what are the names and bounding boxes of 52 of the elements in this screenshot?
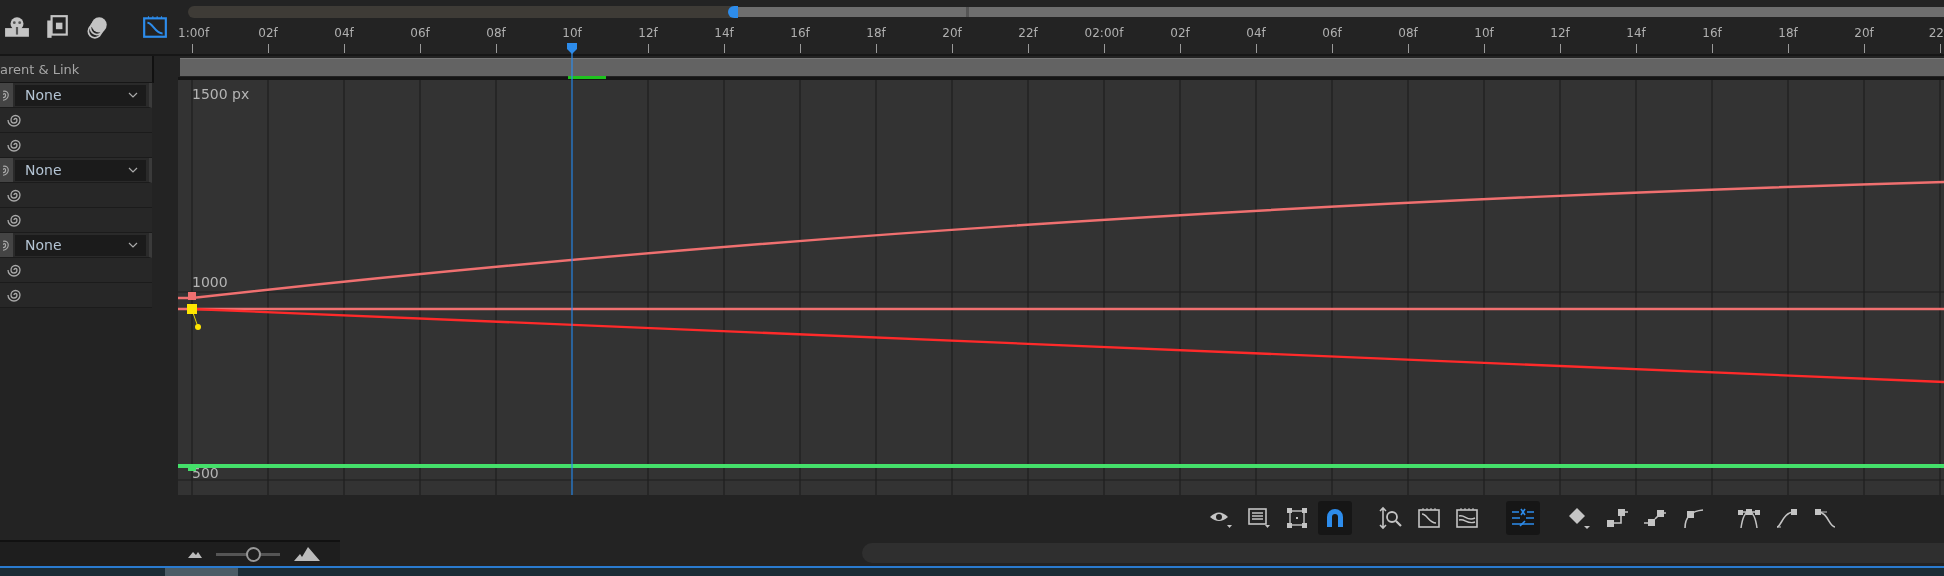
panel-scroll-thumb[interactable] (165, 568, 238, 576)
axis-label: 1000 (192, 274, 228, 290)
parent-dropdown[interactable]: None (15, 84, 146, 106)
axis-label: 500 (192, 465, 219, 481)
pickwhip-icon[interactable] (6, 212, 22, 228)
xyz-axes-icon[interactable] (1506, 500, 1540, 535)
time-label: 20f (942, 26, 962, 40)
slider-thumb[interactable] (246, 546, 262, 562)
navigator-handle[interactable] (728, 6, 738, 18)
time-label: 14f (1626, 26, 1646, 40)
time-label: 1:00f (178, 26, 210, 40)
time-label: 10f (562, 26, 582, 40)
time-label: 20f (1854, 26, 1874, 40)
time-label: 04f (334, 26, 354, 40)
pickwhip-icon[interactable] (0, 233, 13, 257)
axis-label: 1500 px (192, 86, 250, 102)
time-label: 18f (1778, 26, 1798, 40)
graph-canvas[interactable]: 1500 px 1000 500 (178, 80, 1944, 495)
pickwhip-icon[interactable] (0, 158, 13, 182)
pickwhip-icon[interactable] (6, 287, 22, 303)
chevron-icon (128, 167, 138, 173)
time-label: 22 (1928, 26, 1944, 40)
time-label: 14f (714, 26, 734, 40)
pickwhip-icon[interactable] (6, 187, 22, 203)
time-label: 22f (1018, 26, 1038, 40)
time-label: 04f (1246, 26, 1266, 40)
time-label: 18f (866, 26, 886, 40)
chevron-icon (128, 242, 138, 248)
time-label: 06f (1322, 26, 1342, 40)
parent-dropdown[interactable]: None (15, 159, 146, 181)
time-label: 10f (1474, 26, 1494, 40)
zoom-out-icon[interactable] (188, 550, 202, 558)
pickwhip-icon[interactable] (6, 137, 22, 153)
time-label: 06f (410, 26, 430, 40)
time-label: 02f (1170, 26, 1190, 40)
time-label: 16f (790, 26, 810, 40)
column-header: arent & Link (0, 61, 80, 77)
time-label: 08f (1398, 26, 1418, 40)
keyframe-range-marker (568, 76, 606, 79)
time-label: 02:00f (1084, 26, 1124, 40)
chevron-icon (128, 92, 138, 98)
pickwhip-icon[interactable] (0, 83, 13, 107)
pickwhip-icon[interactable] (6, 112, 22, 128)
time-label: 08f (486, 26, 506, 40)
time-label: 16f (1702, 26, 1722, 40)
pickwhip-icon[interactable] (6, 262, 22, 278)
zoom-in-icon[interactable] (294, 547, 320, 561)
time-label: 12f (638, 26, 658, 40)
magnet-icon[interactable] (1318, 500, 1352, 535)
time-label: 02f (258, 26, 278, 40)
time-label: 12f (1550, 26, 1570, 40)
parent-dropdown[interactable]: None (15, 234, 146, 256)
